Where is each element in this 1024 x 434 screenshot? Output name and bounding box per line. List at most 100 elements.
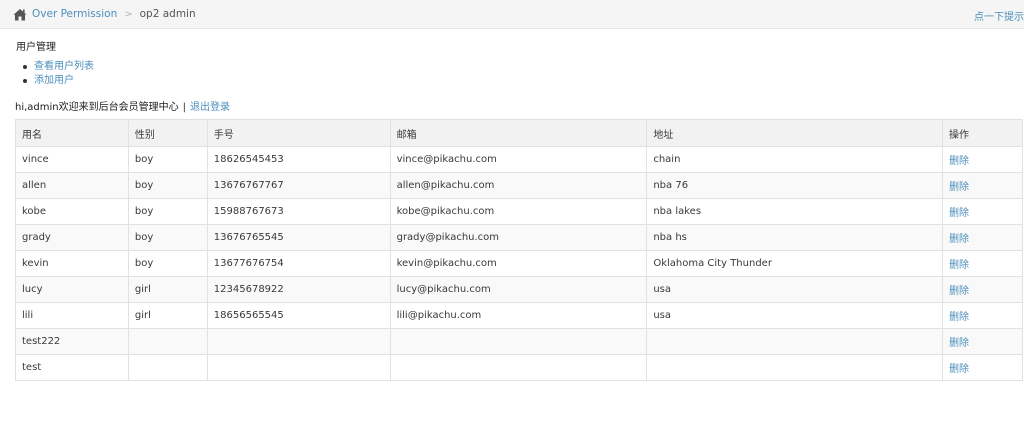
home-icon[interactable] bbox=[13, 8, 27, 21]
cell-address: nba 76 bbox=[646, 172, 944, 199]
cell-action: 删除 bbox=[942, 172, 1023, 199]
delete-link[interactable]: 删除 bbox=[949, 234, 969, 245]
cell-phone bbox=[206, 354, 391, 381]
cell-email: lucy@pikachu.com bbox=[389, 276, 648, 303]
breadcrumb-bar: Over Permission > op2 admin 点一下提示 bbox=[0, 0, 1024, 29]
cell-email: allen@pikachu.com bbox=[389, 172, 648, 199]
delete-link[interactable]: 删除 bbox=[949, 182, 969, 193]
cell-phone: 13677676754 bbox=[206, 250, 391, 277]
section-title: 用户管理 bbox=[16, 42, 56, 53]
breadcrumb: Over Permission > op2 admin bbox=[13, 7, 196, 21]
cell-address: nba lakes bbox=[646, 198, 944, 225]
cell-name: test bbox=[15, 354, 129, 381]
welcome-separator: | bbox=[182, 102, 187, 113]
bullet-icon bbox=[23, 79, 27, 83]
cell-address: chain bbox=[646, 146, 944, 173]
breadcrumb-current: op2 admin bbox=[139, 8, 196, 20]
delete-link[interactable]: 删除 bbox=[949, 286, 969, 297]
table-row: test 删除 bbox=[15, 354, 1023, 381]
cell-email: kobe@pikachu.com bbox=[389, 198, 648, 225]
cell-name: lucy bbox=[15, 276, 129, 303]
cell-name: kevin bbox=[15, 250, 129, 277]
cell-action: 删除 bbox=[942, 302, 1023, 329]
add-user-link[interactable]: 添加用户 bbox=[34, 74, 74, 88]
cell-phone: 18626545453 bbox=[206, 146, 391, 173]
user-table: 用名 性别 手号 邮箱 地址 操作 vince boy 18626545453 vin… bbox=[15, 119, 1023, 381]
welcome-line: hi,admin欢迎来到后台会员管理中心 | 退出登录 bbox=[15, 98, 230, 113]
cell-sex bbox=[127, 354, 208, 381]
cell-address: nba hs bbox=[646, 224, 944, 251]
cell-action: 删除 bbox=[942, 250, 1023, 277]
cell-name: kobe bbox=[15, 198, 129, 225]
hint-link[interactable]: 点一下提示 bbox=[974, 8, 1024, 23]
cell-phone: 18656565545 bbox=[206, 302, 391, 329]
menu-item-add-user[interactable]: 添加用户 bbox=[23, 74, 94, 88]
cell-name: test222 bbox=[15, 328, 129, 355]
cell-sex: boy bbox=[127, 172, 208, 199]
cell-address: usa bbox=[646, 302, 944, 329]
cell-sex: boy bbox=[127, 250, 208, 277]
menu-item-user-list[interactable]: 查看用户列表 bbox=[23, 60, 94, 74]
cell-phone: 13676767767 bbox=[206, 172, 391, 199]
breadcrumb-home-link[interactable]: Over Permission bbox=[32, 8, 117, 20]
header-address: 地址 bbox=[646, 119, 944, 147]
header-sex: 性别 bbox=[127, 119, 208, 147]
cell-email: lili@pikachu.com bbox=[389, 302, 648, 329]
table-row: grady boy 13676765545 grady@pikachu.com nba … bbox=[15, 224, 1023, 251]
delete-link[interactable]: 删除 bbox=[949, 312, 969, 323]
header-email: 邮箱 bbox=[389, 119, 648, 147]
cell-action: 删除 bbox=[942, 198, 1023, 225]
table-body: vince boy 18626545453 vince@pikachu.com chai… bbox=[15, 146, 1023, 381]
cell-action: 删除 bbox=[942, 146, 1023, 173]
user-menu: 查看用户列表 添加用户 bbox=[23, 60, 94, 88]
cell-phone: 12345678922 bbox=[206, 276, 391, 303]
bullet-icon bbox=[23, 65, 27, 69]
delete-link[interactable]: 删除 bbox=[949, 364, 969, 375]
delete-link[interactable]: 删除 bbox=[949, 338, 969, 349]
table-row: lili girl 18656565545 lili@pikachu.com usa 删除 bbox=[15, 302, 1023, 329]
cell-name: vince bbox=[15, 146, 129, 173]
header-name: 用名 bbox=[15, 119, 129, 147]
delete-link[interactable]: 删除 bbox=[949, 208, 969, 219]
delete-link[interactable]: 删除 bbox=[949, 156, 969, 167]
cell-email: vince@pikachu.com bbox=[389, 146, 648, 173]
logout-link[interactable]: 退出登录 bbox=[190, 102, 230, 113]
table-row: lucy girl 12345678922 lucy@pikachu.com usa 删除 bbox=[15, 276, 1023, 303]
cell-sex: boy bbox=[127, 146, 208, 173]
cell-phone bbox=[206, 328, 391, 355]
cell-sex: boy bbox=[127, 198, 208, 225]
cell-sex: boy bbox=[127, 224, 208, 251]
cell-phone: 15988767673 bbox=[206, 198, 391, 225]
user-list-link[interactable]: 查看用户列表 bbox=[34, 60, 94, 74]
table-row: test222 删除 bbox=[15, 328, 1023, 355]
table-row: allen boy 13676767767 allen@pikachu.com nba … bbox=[15, 172, 1023, 199]
cell-email: kevin@pikachu.com bbox=[389, 250, 648, 277]
cell-email bbox=[389, 328, 648, 355]
table-header-row: 用名 性别 手号 邮箱 地址 操作 bbox=[15, 119, 1023, 147]
cell-email: grady@pikachu.com bbox=[389, 224, 648, 251]
cell-address: Oklahoma City Thunder bbox=[646, 250, 944, 277]
cell-name: allen bbox=[15, 172, 129, 199]
welcome-text: hi,admin欢迎来到后台会员管理中心 bbox=[15, 102, 179, 113]
header-phone: 手号 bbox=[206, 119, 391, 147]
cell-sex: girl bbox=[127, 302, 208, 329]
breadcrumb-separator: > bbox=[124, 8, 133, 20]
cell-name: lili bbox=[15, 302, 129, 329]
cell-action: 删除 bbox=[942, 354, 1023, 381]
cell-action: 删除 bbox=[942, 276, 1023, 303]
cell-sex bbox=[127, 328, 208, 355]
header-action: 操作 bbox=[942, 119, 1023, 147]
cell-action: 删除 bbox=[942, 328, 1023, 355]
cell-address: usa bbox=[646, 276, 944, 303]
cell-name: grady bbox=[15, 224, 129, 251]
cell-action: 删除 bbox=[942, 224, 1023, 251]
cell-address bbox=[646, 354, 944, 381]
cell-sex: girl bbox=[127, 276, 208, 303]
table-row: vince boy 18626545453 vince@pikachu.com chai… bbox=[15, 146, 1023, 173]
delete-link[interactable]: 删除 bbox=[949, 260, 969, 271]
table-row: kobe boy 15988767673 kobe@pikachu.com nba la… bbox=[15, 198, 1023, 225]
cell-address bbox=[646, 328, 944, 355]
cell-email bbox=[389, 354, 648, 381]
table-row: kevin boy 13677676754 kevin@pikachu.com Okla… bbox=[15, 250, 1023, 277]
cell-phone: 13676765545 bbox=[206, 224, 391, 251]
